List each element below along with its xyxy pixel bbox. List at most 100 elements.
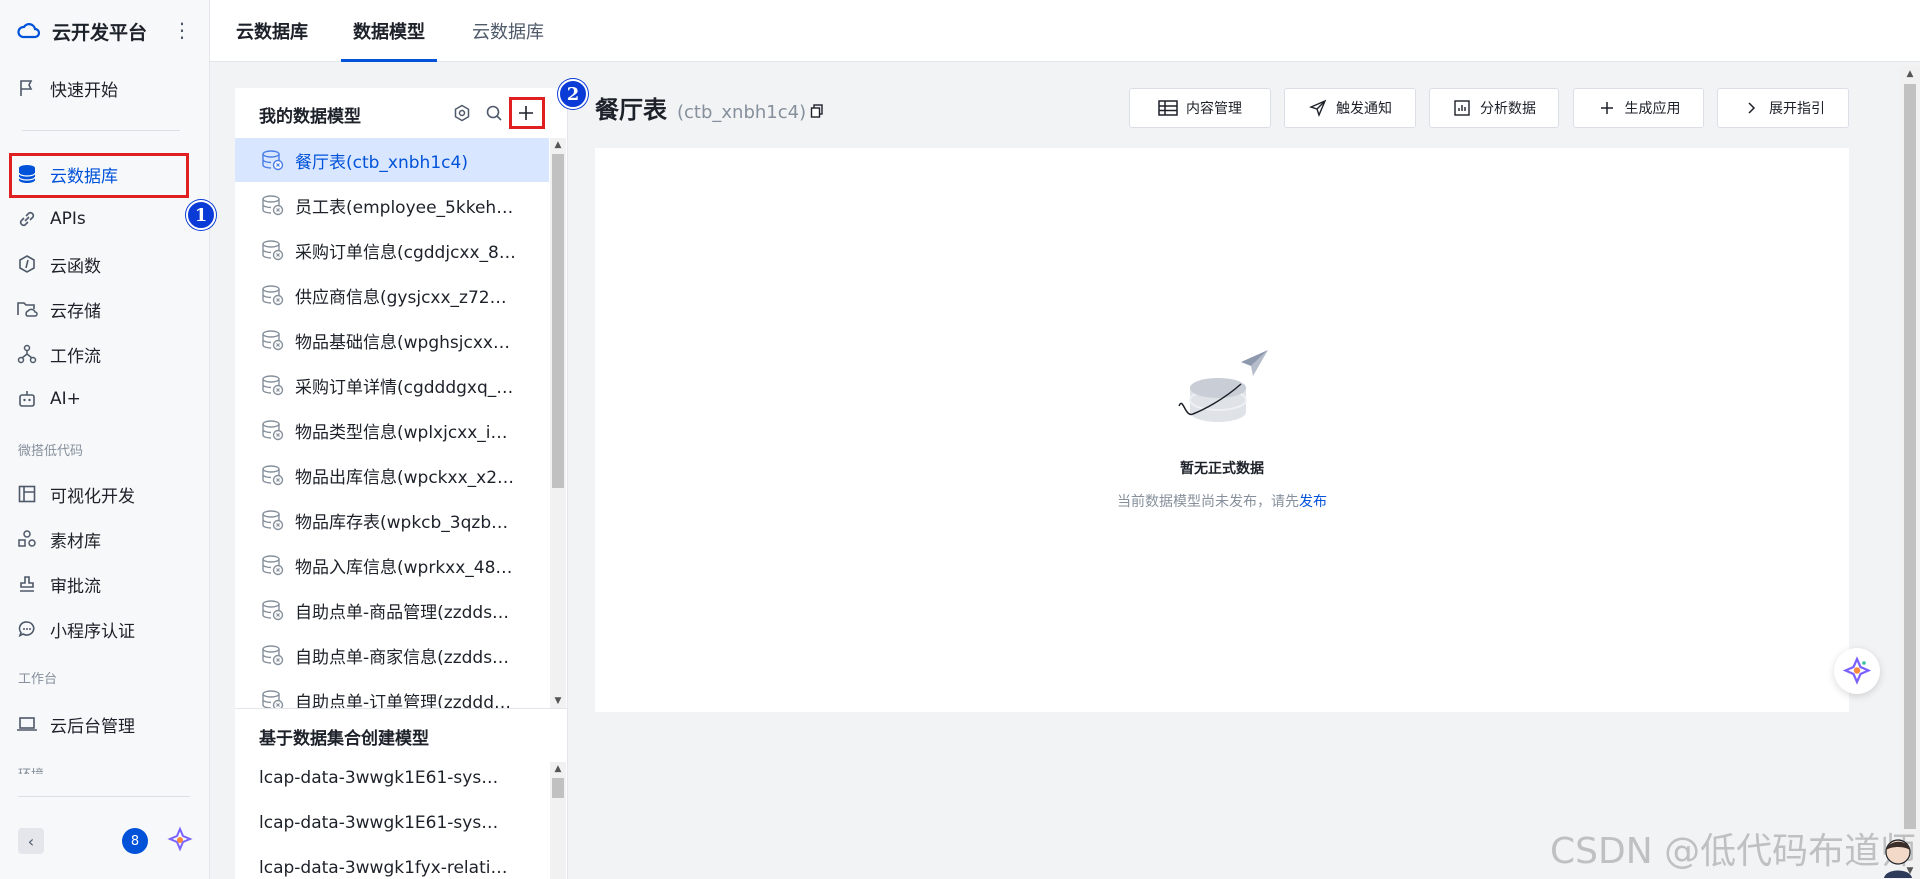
scroll-up-arrow-icon[interactable]: ▲	[550, 762, 566, 776]
database-model-icon	[262, 330, 284, 351]
copy-icon[interactable]	[810, 104, 824, 118]
sidebar-item-label: 工作流	[50, 346, 101, 367]
workflow-icon	[16, 343, 38, 365]
sidebar-item-label: 小程序认证	[50, 621, 135, 642]
stamp-icon	[16, 573, 38, 595]
annotation-badge-2: 2	[558, 79, 588, 109]
divider	[235, 708, 568, 709]
model-list-item[interactable]: 采购订单信息(cgddjcxx_8…	[235, 228, 549, 272]
laptop-icon	[16, 713, 38, 735]
model-list: 餐厅表(ctb_xnbh1c4) 员工表(employee_5kkehvv) 采购订…	[235, 138, 549, 708]
main-scrollbar[interactable]: ▲ ▼	[1900, 66, 1920, 879]
function-icon	[16, 253, 38, 275]
model-list-item[interactable]: 物品出库信息(wpckxx_x2…	[235, 453, 549, 497]
generate-app-button[interactable]: 生成应用	[1573, 88, 1704, 128]
cloud-folder-icon	[16, 298, 38, 320]
content-management-button[interactable]: 内容管理	[1129, 88, 1271, 128]
robot-icon	[16, 388, 38, 410]
model-list-item[interactable]: 物品入库信息(wprkxx_48…	[235, 543, 549, 587]
top-tab-bar: 云数据库 数据模型 云数据库	[210, 0, 1920, 62]
tab-cloud-database[interactable]: 云数据库	[472, 0, 544, 62]
cloud-logo-icon	[17, 23, 41, 39]
sidebar-item-label: 可视化开发	[50, 486, 135, 507]
settings-icon[interactable]	[451, 102, 473, 124]
sidebar-item-quick-start[interactable]: 快速开始	[16, 68, 184, 108]
annotation-highlight-box	[9, 153, 189, 198]
model-list-item[interactable]: 自助点单-商品管理(zzdds…	[235, 588, 549, 632]
scroll-up-arrow-icon[interactable]: ▲	[550, 138, 566, 152]
tab-cloud-database-title[interactable]: 云数据库	[236, 0, 308, 62]
ai-spark-icon[interactable]	[166, 826, 194, 854]
database-model-icon	[262, 555, 284, 576]
ai-spark-icon	[1842, 656, 1872, 685]
database-model-icon	[262, 465, 284, 486]
sidebar-item-label: AI+	[50, 389, 81, 409]
list-item[interactable]: lcap-data-3wwgk1E61-sys…	[259, 813, 519, 833]
model-list-item[interactable]: 采购订单详情(cgdddgxq_…	[235, 363, 549, 407]
publish-link[interactable]: 发布	[1299, 494, 1327, 510]
database-model-icon	[262, 375, 284, 396]
sidebar-item-label: 云后台管理	[50, 716, 135, 737]
avatar-illustration-icon	[1884, 839, 1912, 878]
link-icon	[16, 208, 38, 230]
avatar[interactable]: 8	[122, 828, 148, 854]
sidebar-item-label: 云函数	[50, 256, 101, 277]
send-icon	[1308, 98, 1328, 118]
sidebar-item-visual-dev[interactable]: 可视化开发	[16, 474, 184, 514]
model-list-item[interactable]: 供应商信息(gysjcxx_z72p…	[235, 273, 549, 317]
model-list-item[interactable]: 物品类型信息(wplxjcxx_ig…	[235, 408, 549, 452]
model-list-item[interactable]: 自助点单-商家信息(zzdds…	[235, 633, 549, 677]
group-label-workspace: 工作台	[18, 672, 58, 687]
list-item[interactable]: lcap-data-3wwgk1fyx-relati…	[259, 858, 519, 878]
tab-data-model[interactable]: 数据模型	[341, 0, 437, 62]
collapse-sidebar-button[interactable]: ‹	[18, 828, 44, 854]
group-label-env: 环境	[18, 764, 44, 774]
active-tab-indicator	[341, 59, 437, 62]
shapes-icon	[16, 528, 38, 550]
database-model-icon	[262, 690, 284, 708]
model-list-item[interactable]: 餐厅表(ctb_xnbh1c4)	[235, 138, 549, 182]
sidebar-item-cloud-function[interactable]: 云函数	[16, 244, 184, 284]
scroll-up-arrow-icon[interactable]: ▲	[1900, 66, 1920, 82]
model-list-scrollbar[interactable]: ▲ ▼	[550, 138, 566, 708]
more-vertical-icon[interactable]: ⋮	[172, 20, 192, 40]
chevron-right-icon	[1741, 98, 1761, 118]
scroll-thumb[interactable]	[1904, 84, 1916, 829]
sidebar-item-label: 审批流	[50, 576, 101, 597]
scroll-down-arrow-icon[interactable]: ▼	[550, 694, 566, 708]
model-list-item[interactable]: 物品库存表(wpkcb_3qzby…	[235, 498, 549, 542]
chat-icon	[16, 618, 38, 640]
search-icon[interactable]	[483, 102, 505, 124]
sidebar-item-apis[interactable]: APIs	[16, 199, 184, 239]
content-card: 暂无正式数据 当前数据模型尚未发布，请先发布	[595, 148, 1849, 712]
trigger-notification-button[interactable]: 触发通知	[1284, 88, 1416, 128]
group-label-lowcode: 微搭低代码	[18, 444, 84, 459]
sidebar-item-cloud-storage[interactable]: 云存储	[16, 289, 184, 329]
database-model-icon	[262, 645, 284, 666]
database-model-icon	[262, 510, 284, 531]
scroll-thumb[interactable]	[552, 154, 564, 488]
sidebar-item-ai[interactable]: AI+	[16, 379, 184, 419]
annotation-highlight-box	[509, 97, 545, 129]
sidebar-item-label: 快速开始	[50, 80, 118, 101]
analyze-data-button[interactable]: 分析数据	[1429, 88, 1559, 128]
database-model-icon	[262, 195, 284, 216]
watermark: CSDN @低代码布道师	[1550, 831, 1917, 872]
ai-assistant-button[interactable]	[1834, 648, 1880, 694]
chart-icon	[1452, 98, 1472, 118]
dataset-list-scrollbar[interactable]: ▲	[550, 762, 566, 879]
scroll-thumb[interactable]	[552, 778, 564, 798]
app-name: 云开发平台	[52, 21, 148, 44]
expand-guide-button[interactable]: 展开指引	[1717, 88, 1849, 128]
data-model-panel: 我的数据模型 餐厅表(ctb_xnbh1c4) 员工表(employee_5kke…	[235, 88, 568, 879]
sidebar-item-approval[interactable]: 审批流	[16, 564, 184, 604]
list-item[interactable]: lcap-data-3wwgk1E61-sys…	[259, 768, 519, 788]
sidebar-item-workflow[interactable]: 工作流	[16, 334, 184, 374]
model-name: 餐厅表	[595, 96, 667, 124]
model-list-item[interactable]: 员工表(employee_5kkehvv)	[235, 183, 549, 227]
model-list-item[interactable]: 自助点单-订单管理(zzddd…	[235, 678, 549, 708]
sidebar-item-material[interactable]: 素材库	[16, 519, 184, 559]
model-list-item[interactable]: 物品基础信息(wpghsjcxx…	[235, 318, 549, 362]
sidebar-item-cloud-admin[interactable]: 云后台管理	[16, 704, 184, 744]
sidebar-item-miniprogram-auth[interactable]: 小程序认证	[16, 609, 184, 649]
